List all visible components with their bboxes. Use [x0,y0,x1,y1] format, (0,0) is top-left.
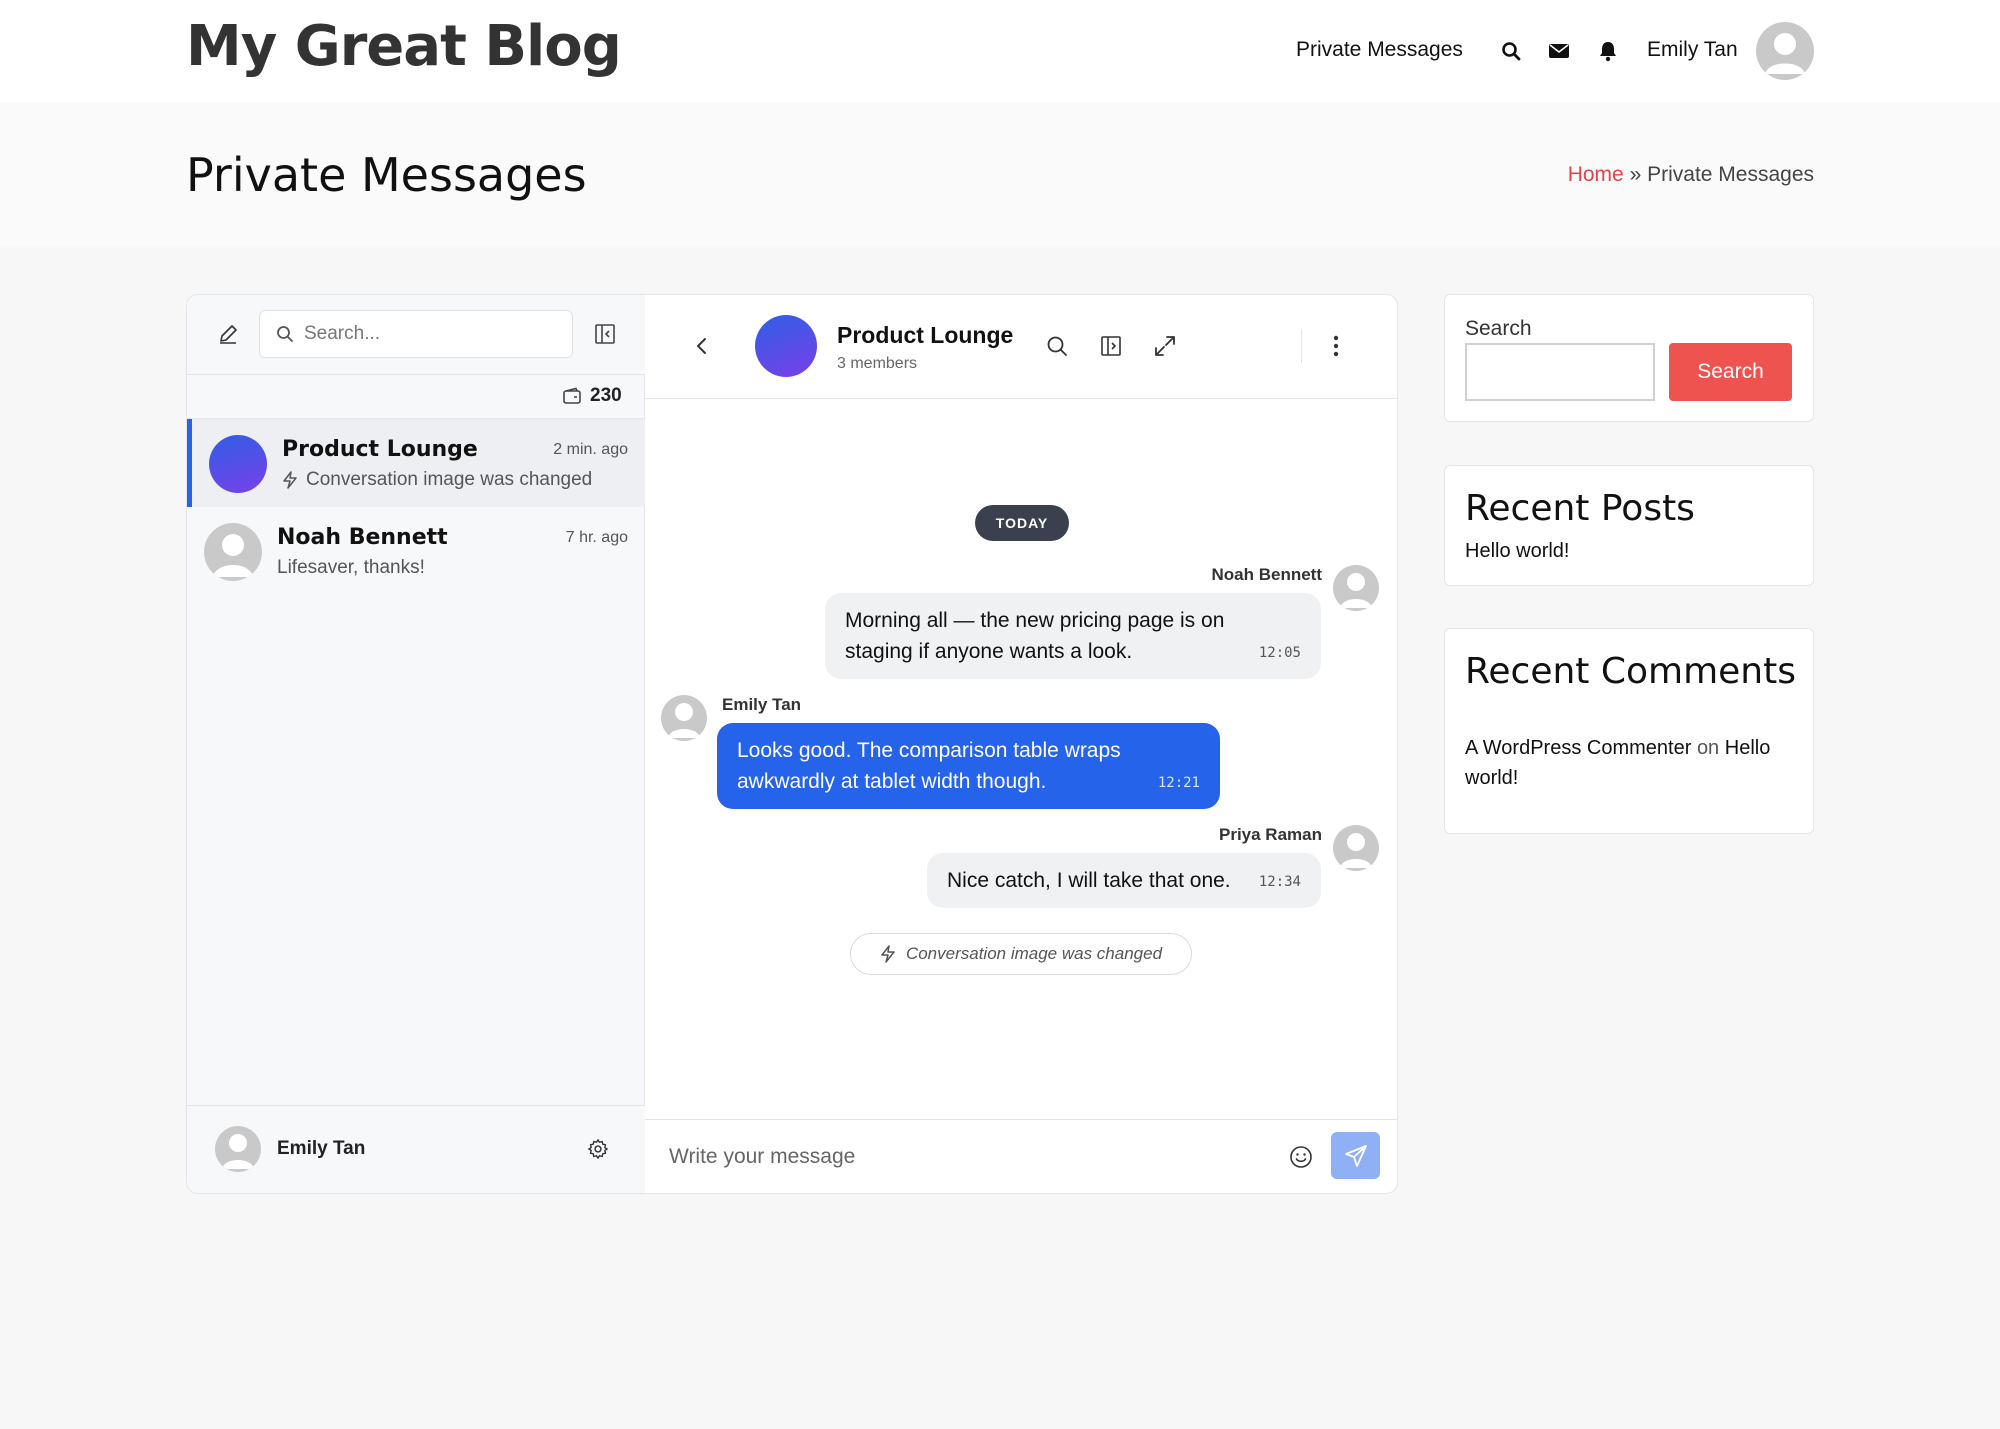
search-widget: Search Search [1444,294,1814,422]
message-sender: Emily Tan [722,695,802,714]
chat-title[interactable]: Product Lounge [837,322,1013,349]
avatar [204,523,262,581]
conversation-list-pane: 230 Product Lounge 2 min. ago Conversati… [187,295,645,1193]
breadcrumb-current: Private Messages [1647,163,1814,186]
breadcrumb-home[interactable]: Home [1568,163,1624,186]
avatar[interactable] [661,695,707,741]
search-widget-label: Search [1465,317,1532,340]
avatar[interactable] [1756,22,1814,80]
system-event: Conversation image was changed [850,933,1192,975]
search-icon [276,325,294,348]
site-title[interactable]: My Great Blog [186,14,622,79]
bolt-icon [283,471,297,489]
conversation-search-input[interactable] [304,311,564,357]
conversation-list-toolbar [187,295,645,375]
message-composer [645,1119,1397,1193]
conversation-name: Product Lounge [282,437,478,462]
message-time: 12:21 [1157,775,1200,791]
conversation-preview: Conversation image was changed [282,469,592,491]
recent-posts-widget: Recent Posts Hello world! [1444,465,1814,586]
message-bubble[interactable]: Nice catch, I will take that one. 12:34 [927,853,1321,908]
comment-post-link[interactable]: world! [1465,767,1518,789]
date-separator: TODAY [975,505,1069,541]
conversation-last-message: Lifesaver, thanks! [277,557,425,578]
message-text-line: Nice catch, I will take that one. [947,869,1231,892]
avatar[interactable] [1333,565,1379,611]
conversation-search [259,310,573,358]
comment-post-link[interactable]: Hello [1725,737,1771,759]
message-time: 12:05 [1258,645,1301,661]
search-button[interactable]: Search [1669,343,1792,401]
avatar[interactable] [1333,825,1379,871]
wallet-icon [562,387,582,410]
chat-header: Product Lounge 3 members [645,295,1397,399]
message-sender: Priya Raman [1219,825,1322,844]
search-icon[interactable] [1498,38,1524,64]
page-title: Private Messages [186,148,587,202]
back-icon[interactable] [689,333,715,359]
message-text-line: staging if anyone wants a look. [845,640,1133,663]
bolt-icon [881,945,895,963]
balance-count: 230 [590,385,622,406]
group-avatar [209,435,267,493]
message-time: 12:34 [1258,874,1301,890]
message-bubble[interactable]: Morning all — the new pricing page is on… [825,593,1321,679]
recent-comment: A WordPress Commenter on Hello world! [1465,733,1770,793]
send-button[interactable] [1331,1132,1380,1179]
recent-posts-title: Recent Posts [1465,488,1695,529]
bell-icon[interactable] [1595,38,1621,64]
count-row: 230 [187,375,645,419]
breadcrumb-separator: » [1629,163,1642,186]
current-user-name: Emily Tan [277,1138,366,1159]
conversation-preview: Lifesaver, thanks! [277,557,425,579]
message-input[interactable] [669,1134,1269,1180]
recent-comments-title: Recent Comments [1465,651,1796,692]
message-text-line: awkwardly at tablet width though. [737,770,1047,793]
conversation-time: 2 min. ago [553,441,628,458]
nav-private-messages[interactable]: Private Messages [1296,38,1463,62]
messenger: 230 Product Lounge 2 min. ago Conversati… [186,294,1398,1194]
message-bubble[interactable]: Looks good. The comparison table wraps a… [717,723,1220,809]
header-user-name[interactable]: Emily Tan [1647,38,1738,62]
current-user-bar: Emily Tan [187,1105,645,1193]
search-icon[interactable] [1042,331,1072,361]
message-text-line: Looks good. The comparison table wraps [737,739,1121,762]
conversation-last-message: Conversation image was changed [306,469,593,490]
expand-icon[interactable] [1150,331,1180,361]
list-item[interactable]: Noah Bennett 7 hr. ago Lifesaver, thanks… [187,507,645,595]
group-avatar[interactable] [755,315,817,377]
send-icon [1344,1144,1367,1167]
breadcrumb: Home » Private Messages [1568,163,1814,187]
chat-member-count[interactable]: 3 members [837,355,917,373]
envelope-icon[interactable] [1546,38,1572,64]
avatar[interactable] [215,1126,261,1172]
message-sender: Noah Bennett [1211,565,1323,584]
chat-pane: Product Lounge 3 members TODAY Noah Benn… [645,295,1397,1193]
conversation-time: 7 hr. ago [565,529,628,546]
search-widget-input[interactable] [1465,343,1655,401]
conversation-name: Noah Bennett [277,525,448,550]
recent-comments-widget: Recent Comments A WordPress Commenter on… [1444,628,1814,834]
message-text-line: Morning all — the new pricing page is on [845,609,1225,632]
comment-author-link[interactable]: A WordPress Commenter [1465,737,1691,759]
more-options-icon[interactable] [1321,331,1351,361]
header-divider [1301,329,1302,363]
comment-on: on [1696,737,1720,759]
compose-icon[interactable] [213,319,243,349]
toggle-details-icon[interactable] [1096,331,1126,361]
site-header: My Great Blog Private Messages Emily Tan [0,0,2000,102]
collapse-sidebar-icon[interactable] [590,319,620,349]
recent-post-link[interactable]: Hello world! [1465,536,1569,566]
gear-icon[interactable] [585,1136,611,1162]
emoji-icon[interactable] [1286,1142,1316,1172]
system-event-text: Conversation image was changed [905,944,1163,963]
list-item[interactable]: Product Lounge 2 min. ago Conversation i… [187,419,645,507]
